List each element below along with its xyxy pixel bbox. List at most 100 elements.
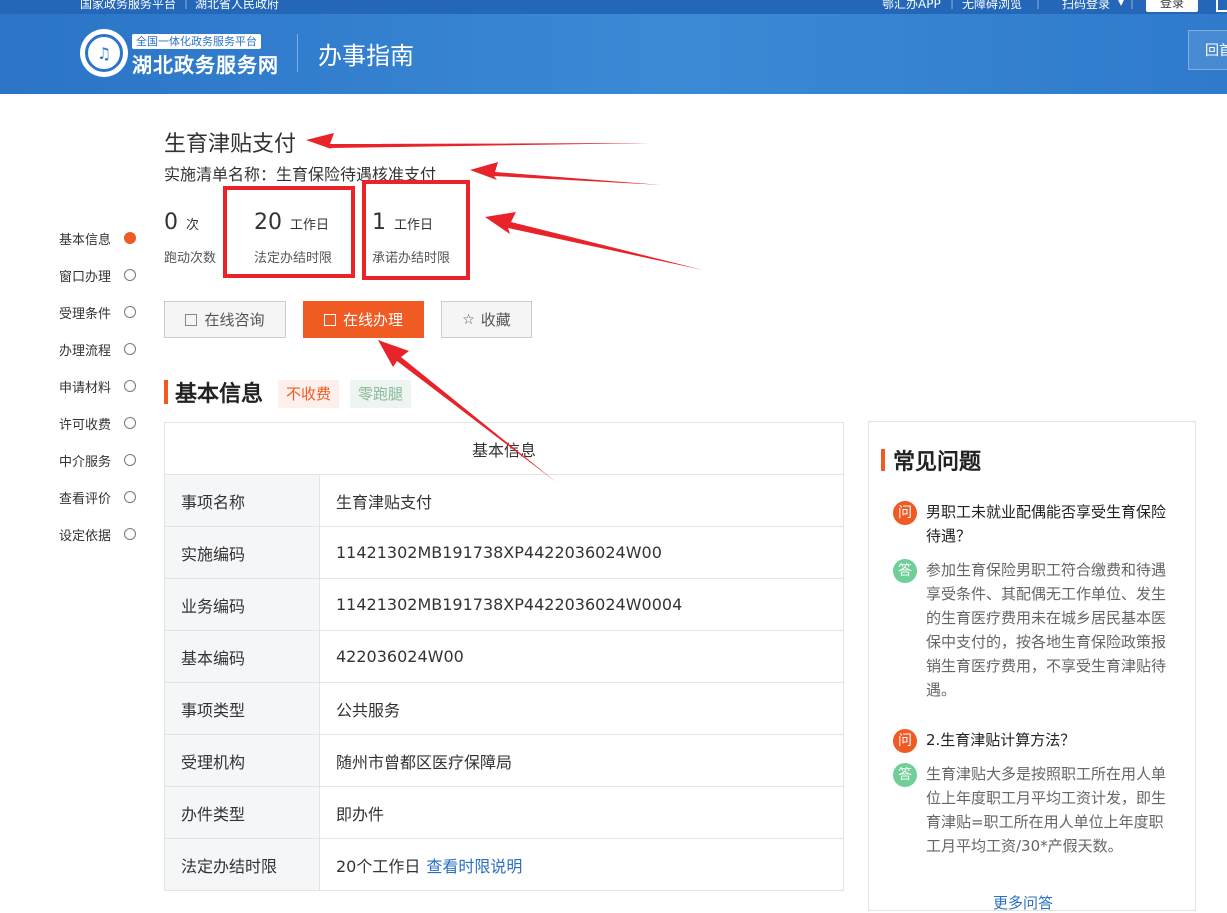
time-limit-explanation-link[interactable]: 查看时限说明	[426, 857, 522, 876]
divider: |	[1036, 0, 1041, 9]
top-utility-strip: 国家政务服务平台 | 湖北省人民政府 鄂汇办APP | 无障碍浏览 | 扫码登录…	[0, 0, 1227, 14]
arrow-to-promise-limit	[485, 212, 703, 270]
answer-badge-icon: 答	[893, 559, 917, 583]
dot-icon	[124, 306, 136, 318]
table-row: 实施编码 11421302MB191738XP4422036024W00	[164, 526, 844, 579]
scan-login-link[interactable]: 扫码登录	[1062, 0, 1110, 12]
no-fee-tag: 不收费	[278, 380, 340, 408]
nav-label: 受理条件	[59, 306, 112, 322]
more-faq-link[interactable]: 更多问答	[993, 892, 1053, 913]
table-row: 业务编码 11421302MB191738XP4422036024W0004	[164, 578, 844, 631]
app-link[interactable]: 鄂汇办APP	[882, 0, 941, 12]
table-row: 受理机构 随州市曾都区医疗保障局	[164, 734, 844, 787]
answer-badge-icon: 答	[893, 763, 917, 787]
faq-question[interactable]: 问 男职工未就业配偶能否享受生育保险待遇？	[893, 500, 1173, 548]
table-row: 事项类型 公共服务	[164, 682, 844, 735]
nav-item-fees[interactable]: 许可收费	[59, 413, 136, 433]
highlight-box-promise-limit	[362, 180, 470, 280]
dot-icon	[124, 343, 136, 355]
nav-label: 窗口办理	[59, 269, 112, 285]
table-value: 11421302MB191738XP4422036024W00	[319, 526, 844, 579]
button-label: 在线办理	[342, 311, 403, 329]
table-value: 公共服务	[319, 682, 844, 735]
button-label: 收藏	[480, 311, 511, 329]
table-key: 法定办结时限	[164, 838, 320, 891]
table-key: 事项名称	[164, 474, 320, 527]
section-title: 基本信息	[175, 382, 264, 407]
answer-text: 生育津贴大多是按照职工所在用人单位上年度职工月平均工资计发，即生育津贴=职工所在…	[926, 765, 1167, 855]
checkbox-icon	[323, 313, 336, 326]
nav-item-basic-info[interactable]: 基本信息	[59, 228, 136, 248]
faq-answer: 答 参加生育保险男职工符合缴费和待遇享受条件、其配偶无工作单位、发生的生育医疗费…	[893, 558, 1173, 702]
table-row: 法定办结时限 20个工作日 查看时限说明	[164, 838, 844, 891]
button-label: 在线咨询	[204, 311, 265, 329]
table-value: 422036024W00	[319, 630, 844, 683]
login-button[interactable]: 登录	[1146, 0, 1198, 12]
accessibility-link[interactable]: 无障碍浏览	[962, 0, 1022, 12]
table-key: 办件类型	[164, 786, 320, 839]
answer-text: 参加生育保险男职工符合缴费和待遇享受条件、其配偶无工作单位、发生的生育医疗费用未…	[926, 561, 1167, 699]
nav-label: 办理流程	[59, 343, 112, 359]
site-logo[interactable]: ♫	[80, 29, 128, 77]
nav-item-reviews[interactable]: 查看评价	[59, 487, 136, 507]
national-platform-link[interactable]: 国家政务服务平台	[80, 0, 176, 12]
nav-item-window[interactable]: 窗口办理	[59, 265, 136, 285]
stat-label: 跑动次数	[164, 251, 217, 266]
table-row: 事项名称 生育津贴支付	[164, 474, 844, 527]
nav-item-intermediary[interactable]: 中介服务	[59, 450, 136, 470]
divider: |	[1130, 0, 1135, 9]
nav-label: 许可收费	[59, 417, 112, 433]
hubei-government-link[interactable]: 湖北省人民政府	[195, 0, 279, 12]
divider: |	[950, 0, 955, 9]
emblem-icon: ♫	[85, 34, 123, 72]
header-divider	[297, 34, 298, 72]
online-apply-button[interactable]: 在线办理	[303, 301, 424, 338]
question-badge-icon: 问	[893, 501, 917, 525]
stat-number: 0	[164, 210, 178, 235]
faq-panel: 常见问题 问 男职工未就业配偶能否享受生育保险待遇？ 答 参加生育保险男职工符合…	[868, 421, 1196, 913]
favorite-button[interactable]: ☆ 收藏	[441, 301, 532, 338]
dot-icon	[124, 528, 136, 540]
nav-label: 中介服务	[59, 454, 112, 470]
active-dot-icon	[124, 232, 136, 244]
table-value: 11421302MB191738XP4422036024W0004	[319, 578, 844, 631]
question-text: 男职工未就业配偶能否享受生育保险待遇？	[926, 503, 1167, 545]
nav-label: 申请材料	[59, 380, 112, 396]
nav-label: 基本信息	[59, 232, 112, 248]
table-row: 基本编码 422036024W00	[164, 630, 844, 683]
nav-item-basis[interactable]: 设定依据	[59, 524, 136, 544]
home-button[interactable]: 回首	[1188, 30, 1227, 70]
question-text: 2.生育津贴计算方法？	[926, 731, 1076, 749]
question-badge-icon: 问	[893, 729, 917, 753]
nav-item-conditions[interactable]: 受理条件	[59, 302, 136, 322]
caret-down-icon: ▾	[1118, 0, 1125, 9]
nav-label: 查看评价	[59, 491, 112, 507]
nav-item-materials[interactable]: 申请材料	[59, 376, 136, 396]
table-value: 即办件	[319, 786, 844, 839]
stat-unit: 次	[186, 218, 200, 233]
divider: |	[184, 0, 189, 9]
dot-icon	[124, 491, 136, 503]
nav-item-process[interactable]: 办理流程	[59, 339, 136, 359]
site-header: 国家政务服务平台 | 湖北省人民政府 鄂汇办APP | 无障碍浏览 | 扫码登录…	[0, 0, 1227, 94]
implementation-name-label: 实施清单名称：	[164, 165, 277, 184]
dot-icon	[124, 380, 136, 392]
online-consult-button[interactable]: 在线咨询	[164, 301, 286, 338]
table-key: 业务编码	[164, 578, 320, 631]
platform-badge: 全国一体化政务服务平台	[132, 34, 261, 49]
stat-visits: 0次 跑动次数	[164, 210, 216, 266]
table-header: 基本信息	[164, 422, 844, 475]
star-icon: ☆	[462, 311, 475, 328]
user-icon[interactable]	[1216, 0, 1227, 12]
table-value: 20个工作日 查看时限说明	[319, 838, 844, 891]
basic-info-table: 基本信息 事项名称 生育津贴支付 实施编码 11421302MB191738XP…	[164, 422, 844, 891]
table-row: 办件类型 即办件	[164, 786, 844, 839]
arrow-to-impl-name	[470, 162, 662, 185]
table-value: 随州市曾都区医疗保障局	[319, 734, 844, 787]
dot-icon	[124, 417, 136, 429]
time-limit-value: 20个工作日	[336, 856, 421, 876]
faq-question[interactable]: 问 2.生育津贴计算方法？	[893, 728, 1173, 753]
table-key: 基本编码	[164, 630, 320, 683]
site-name[interactable]: 湖北政务服务网	[132, 49, 279, 78]
arrow-to-title	[306, 133, 650, 150]
